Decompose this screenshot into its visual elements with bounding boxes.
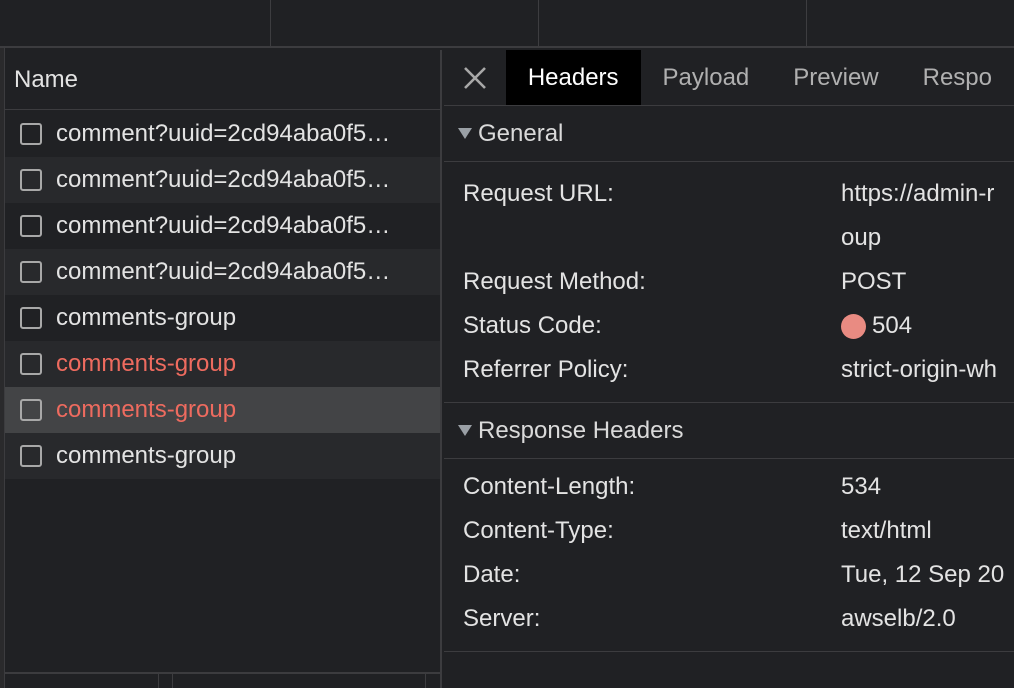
general-section: Request URL: https://admin-r oup Request…	[444, 162, 1014, 403]
request-row[interactable]: comment?uuid=2cd94aba0f5…	[5, 157, 440, 203]
name-column-label: Name	[14, 65, 79, 93]
row-checkbox[interactable]	[20, 215, 42, 237]
status-divider	[158, 674, 159, 688]
header-value: Tue, 12 Sep 20	[841, 561, 1005, 588]
date-row: Date: Tue, 12 Sep 20	[463, 553, 1014, 597]
request-row[interactable]: comments-group	[5, 433, 440, 479]
referrer-policy-row: Referrer Policy: strict-origin-wh	[463, 348, 1014, 392]
tab-payload[interactable]: Payload	[641, 50, 772, 105]
request-name: comments-group	[56, 304, 237, 331]
tab-label: Headers	[527, 63, 619, 91]
status-bar	[5, 672, 440, 688]
tab-response[interactable]: Respo	[901, 50, 1014, 105]
column-divider	[538, 0, 539, 46]
general-section-toggle[interactable]: General	[444, 106, 1014, 162]
tab-label: Preview	[793, 63, 879, 91]
header-key: Request Method:	[463, 268, 646, 295]
request-url-continued: oup	[463, 216, 1014, 260]
status-code-text: 504	[872, 312, 913, 339]
request-name: comment?uuid=2cd94aba0f5…	[56, 166, 391, 193]
server-row: Server: awselb/2.0	[463, 597, 1014, 641]
header-key: Server:	[463, 605, 541, 632]
tab-label: Respo	[922, 63, 992, 91]
header-key-spacer	[463, 216, 841, 260]
status-code-row: Status Code: 504	[463, 304, 1014, 348]
header-value: strict-origin-wh	[841, 356, 998, 383]
status-code-value: 504	[841, 304, 912, 348]
response-headers-section-toggle[interactable]: Response Headers	[444, 403, 1014, 459]
header-value: text/html	[841, 517, 932, 544]
status-divider	[172, 674, 173, 688]
request-row[interactable]: comment?uuid=2cd94aba0f5…	[5, 249, 440, 295]
name-column-header[interactable]: Name	[5, 50, 440, 110]
column-divider	[270, 0, 271, 46]
header-key: Status Code:	[463, 312, 602, 339]
request-details-panel: Headers Payload Preview Respo General Re…	[444, 50, 1014, 688]
request-list-panel: Name comment?uuid=2cd94aba0f5… comment?u…	[5, 50, 442, 688]
row-checkbox[interactable]	[20, 353, 42, 375]
request-row-error[interactable]: comments-group	[5, 341, 440, 387]
request-url-row: Request URL: https://admin-r	[463, 172, 1014, 216]
request-row[interactable]: comments-group	[5, 295, 440, 341]
content-length-row: Content-Length: 534	[463, 465, 1014, 509]
row-checkbox[interactable]	[20, 261, 42, 283]
row-checkbox[interactable]	[20, 123, 42, 145]
status-dot-icon	[841, 313, 866, 339]
request-name: comments-group	[56, 350, 237, 377]
request-name: comment?uuid=2cd94aba0f5…	[56, 258, 391, 285]
header-key: Content-Type:	[463, 517, 614, 544]
row-checkbox[interactable]	[20, 169, 42, 191]
waterfall-overview	[0, 0, 1014, 48]
expand-triangle-icon	[458, 128, 472, 139]
request-name: comments-group	[56, 442, 237, 469]
tab-label: Payload	[662, 63, 750, 91]
request-row[interactable]: comment?uuid=2cd94aba0f5…	[5, 203, 440, 249]
request-list: comment?uuid=2cd94aba0f5… comment?uuid=2…	[5, 111, 440, 479]
details-tabbar: Headers Payload Preview Respo	[444, 50, 1014, 106]
request-row-selected[interactable]: comments-group	[5, 387, 440, 433]
request-row[interactable]: comment?uuid=2cd94aba0f5…	[5, 111, 440, 157]
request-name: comment?uuid=2cd94aba0f5…	[56, 120, 391, 147]
row-checkbox[interactable]	[20, 399, 42, 421]
request-name: comments-group	[56, 396, 237, 423]
header-key: Referrer Policy:	[463, 356, 629, 383]
close-icon	[463, 66, 486, 89]
tab-preview[interactable]: Preview	[771, 50, 900, 105]
header-key: Request URL:	[463, 180, 614, 207]
header-value: awselb/2.0	[841, 605, 956, 632]
content-type-row: Content-Type: text/html	[463, 509, 1014, 553]
section-title: Response Headers	[478, 416, 684, 444]
close-details-button[interactable]	[444, 50, 506, 105]
expand-triangle-icon	[458, 425, 472, 436]
column-divider	[806, 0, 807, 46]
header-value: 534	[841, 473, 882, 500]
request-name: comment?uuid=2cd94aba0f5…	[56, 212, 391, 239]
row-checkbox[interactable]	[20, 307, 42, 329]
section-title: General	[478, 119, 564, 147]
header-value: oup	[841, 224, 882, 251]
header-value: https://admin-r	[841, 180, 995, 207]
status-divider	[425, 674, 426, 688]
header-key: Date:	[463, 561, 521, 588]
tab-headers[interactable]: Headers	[505, 50, 641, 105]
header-value: POST	[841, 268, 907, 295]
request-method-row: Request Method: POST	[463, 260, 1014, 304]
header-key: Content-Length:	[463, 473, 636, 500]
response-headers-section: Content-Length: 534 Content-Type: text/h…	[444, 459, 1014, 652]
row-checkbox[interactable]	[20, 445, 42, 467]
